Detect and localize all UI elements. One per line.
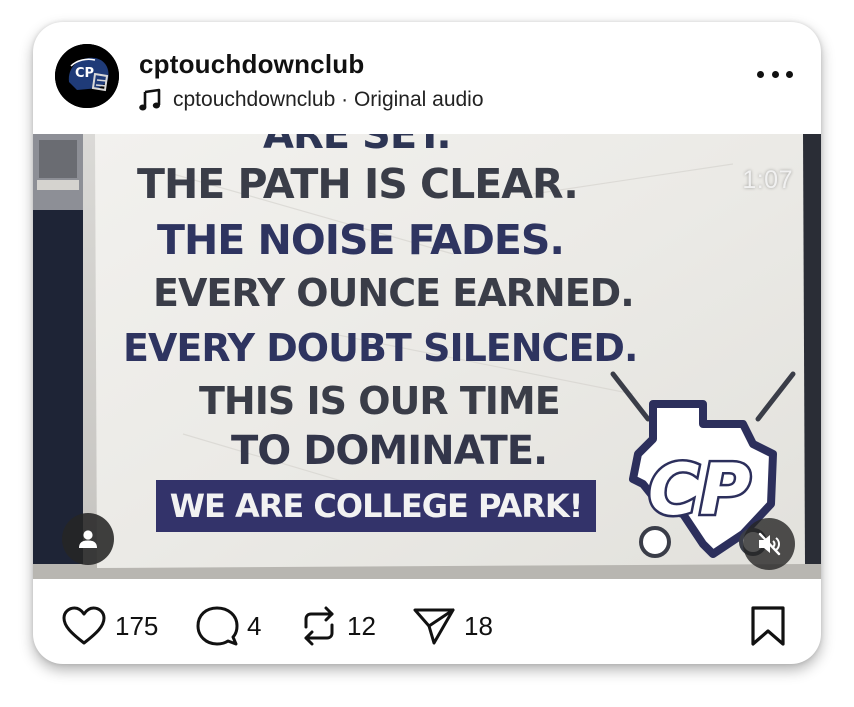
avatar[interactable]: CP [55,44,119,108]
post-header: CP cptouchdownclub cptouchdownclub · Ori… [33,22,821,134]
comment-button[interactable]: 4 [195,606,261,646]
post-video[interactable]: CP ARE SET. THE PATH IS CLEAR. THE NOISE… [33,134,821,579]
music-note-icon [139,88,161,111]
user-tag-icon [79,530,97,548]
more-options-button[interactable] [757,64,793,84]
like-count: 175 [115,610,159,641]
helmet-logo-icon: CP [55,44,119,108]
audio-separator: · [335,88,354,111]
heart-icon [62,606,106,645]
like-button[interactable]: 175 [61,606,158,646]
banner-line: THE PATH IS CLEAR. [137,160,579,208]
banner-text: ARE SET. THE PATH IS CLEAR. THE NOISE FA… [93,134,653,579]
speaker-muted-icon [758,532,781,556]
banner-line: EVERY DOUBT SILENCED. [123,326,638,370]
comment-count: 4 [247,610,262,641]
more-dot-icon [771,70,779,78]
more-dot-icon [757,70,764,78]
banner-line-partial: ARE SET. [263,134,452,158]
repost-count: 12 [347,610,376,641]
banner-line: EVERY OUNCE EARNED. [153,271,635,315]
post-card: CP cptouchdownclub cptouchdownclub · Ori… [33,22,821,664]
send-paper-plane-icon [413,608,455,645]
banner-line: TO DOMINATE. [231,428,548,474]
svg-text:CP: CP [648,449,751,531]
audio-track: Original audio [353,88,484,111]
mute-toggle-button[interactable] [743,518,795,570]
bookmark-icon [751,606,785,646]
more-dot-icon [786,70,793,78]
audio-attribution[interactable]: cptouchdownclub · Original audio [139,86,484,114]
repost-button[interactable]: 12 [299,606,376,646]
banner-line: THIS IS OUR TIME [199,379,561,423]
comment-bubble-icon [196,606,239,646]
banner-line: THE NOISE FADES. [157,216,565,264]
svg-text:CP: CP [75,66,94,81]
tagged-users-button[interactable] [62,513,114,565]
video-timer: 1:07 [742,166,793,194]
post-username[interactable]: cptouchdownclub [139,49,364,80]
share-count: 18 [464,610,493,641]
action-bar: 175 4 12 18 [33,579,821,664]
repost-icon [304,606,334,646]
save-button[interactable] [749,606,787,646]
audio-artist: cptouchdownclub [173,88,336,111]
banner-band: WE ARE COLLEGE PARK! [156,480,596,532]
share-button[interactable]: 18 [412,606,493,646]
